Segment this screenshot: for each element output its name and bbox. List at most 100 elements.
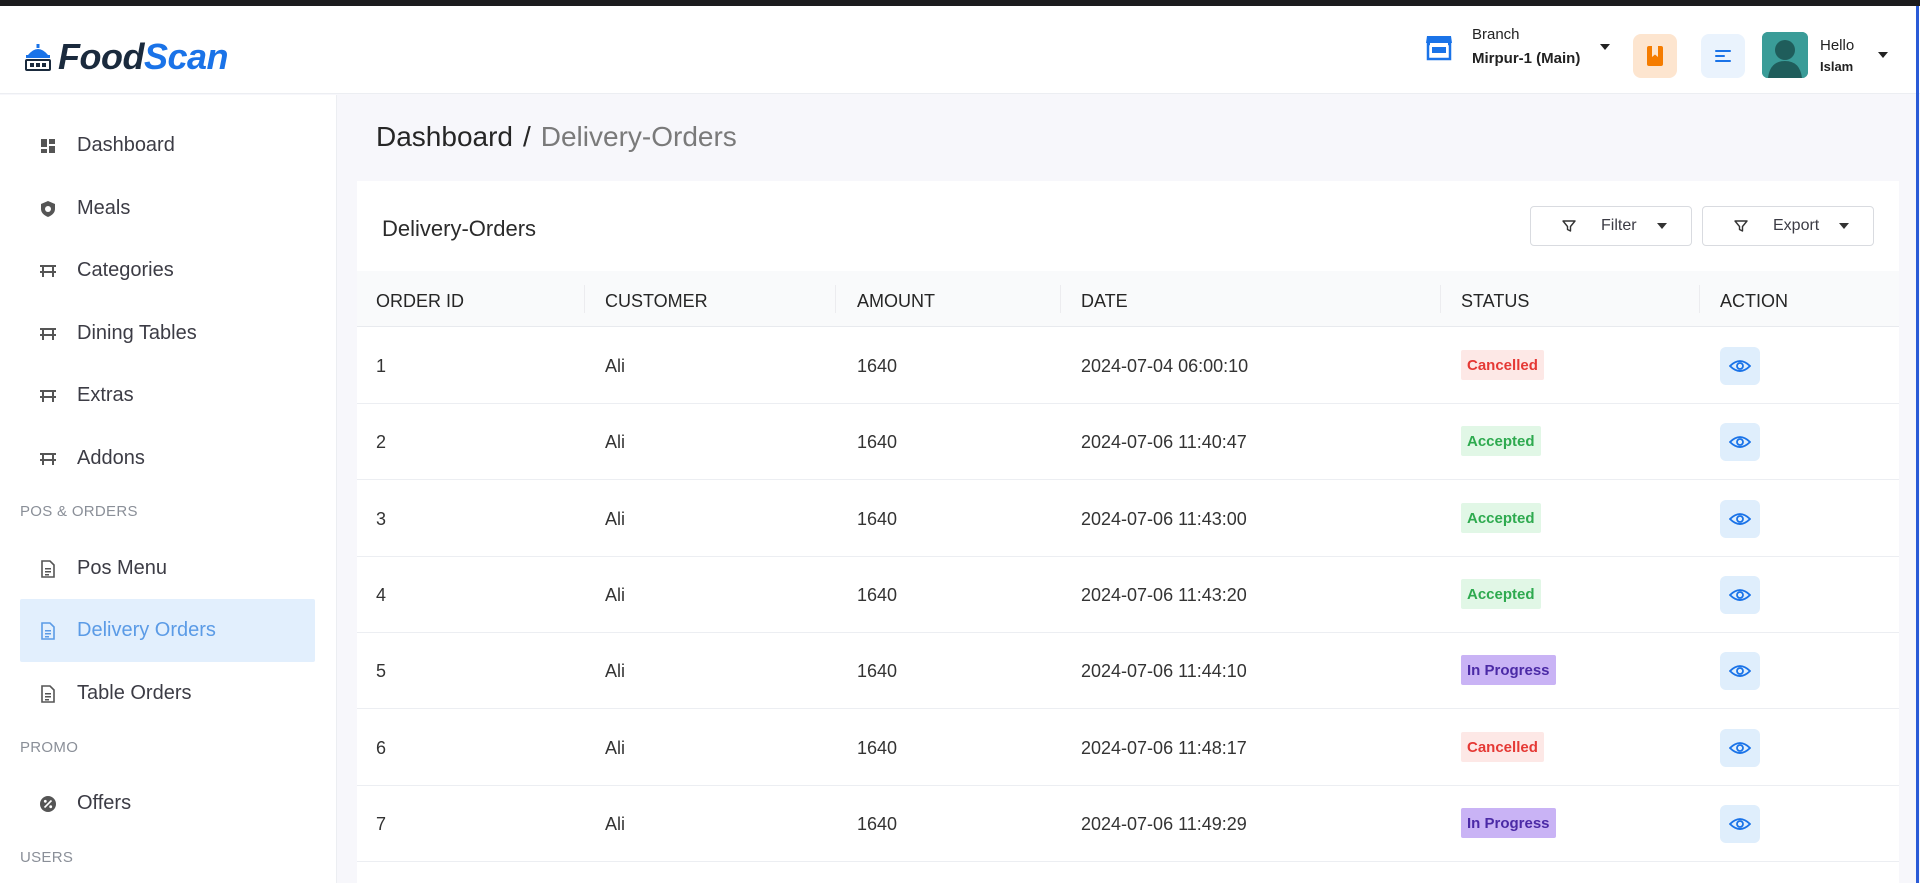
view-order-button[interactable] — [1720, 652, 1760, 690]
sidebar-item-label: Addons — [77, 447, 145, 469]
cell-customer: Ali — [605, 585, 626, 605]
sidebar-item-dining-tables[interactable]: Dining Tables — [20, 302, 315, 365]
user-menu[interactable]: Hello Islam — [1762, 32, 1889, 78]
sidebar-item-meals[interactable]: Meals — [20, 177, 315, 240]
status-badge: Cancelled — [1461, 350, 1544, 380]
cell-date: 2024-07-06 11:48:17 — [1081, 738, 1247, 758]
breadcrumb-separator: / — [522, 121, 531, 152]
dashboard-icon — [38, 136, 58, 156]
cell-order-id: 2 — [376, 432, 387, 452]
table-icon — [38, 386, 58, 406]
eye-icon — [1729, 818, 1751, 830]
top-header: FoodScan Branch Mirpur-1 (Main) Hello Is… — [0, 6, 1920, 94]
cell-customer: Ali — [605, 738, 626, 758]
sidebar-item-label: Pos Menu — [77, 557, 168, 579]
sidebar-item-categories[interactable]: Categories — [20, 239, 315, 302]
cell-amount: 1640 — [857, 585, 898, 605]
cell-date: 2024-07-06 11:40:47 — [1081, 432, 1247, 452]
table-row: 2 Ali 1640 2024-07-06 11:40:47 Accepted — [357, 404, 1899, 480]
table-row: 4 Ali 1640 2024-07-06 11:43:20 Accepted — [357, 557, 1899, 633]
column-header-order-id[interactable]: ORDER ID — [376, 291, 464, 312]
table-row: 6 Ali 1640 2024-07-06 11:48:17 Cancelled — [357, 710, 1899, 786]
section-label-users: USERS — [20, 849, 74, 866]
view-order-button[interactable] — [1720, 347, 1760, 385]
app-logo[interactable]: FoodScan — [22, 36, 229, 78]
meals-icon — [38, 199, 58, 219]
status-badge: Accepted — [1461, 426, 1541, 456]
view-order-button[interactable] — [1720, 729, 1760, 767]
chevron-down-icon — [1878, 52, 1889, 58]
eye-icon — [1729, 436, 1751, 448]
filter-button[interactable]: Filter — [1530, 206, 1692, 246]
store-icon — [1426, 35, 1452, 60]
sidebar-item-table-orders[interactable]: Table Orders — [20, 662, 315, 725]
view-order-button[interactable] — [1720, 500, 1760, 538]
column-divider — [1440, 285, 1441, 313]
view-order-button[interactable] — [1720, 423, 1760, 461]
cell-customer: Ali — [605, 814, 626, 834]
table-icon — [38, 261, 58, 281]
column-header-amount[interactable]: AMOUNT — [857, 291, 935, 312]
eye-icon — [1729, 589, 1751, 601]
view-order-button[interactable] — [1720, 576, 1760, 614]
sidebar-item-label: Delivery Orders — [77, 619, 216, 641]
menu-toggle-button[interactable] — [1701, 34, 1745, 78]
sidebar-item-label: Categories — [77, 259, 174, 281]
sidebar-item-dashboard[interactable]: Dashboard — [20, 114, 315, 177]
sidebar-item-offers[interactable]: Offers — [20, 772, 315, 835]
cell-amount: 1640 — [857, 738, 898, 758]
cell-order-id: 6 — [376, 738, 387, 758]
sidebar-item-extras[interactable]: Extras — [20, 364, 315, 427]
pos-bookmark-button[interactable] — [1633, 34, 1677, 78]
sidebar-item-pos-menu[interactable]: Pos Menu — [20, 537, 315, 600]
cell-date: 2024-07-06 11:49:29 — [1081, 814, 1247, 834]
sidebar-item-delivery-orders[interactable]: Delivery Orders — [20, 599, 315, 662]
cell-order-id: 5 — [376, 661, 387, 681]
avatar — [1762, 32, 1808, 78]
document-icon — [38, 684, 58, 704]
chevron-down-icon — [1839, 223, 1850, 229]
column-header-customer[interactable]: CUSTOMER — [605, 291, 708, 312]
cell-amount: 1640 — [857, 661, 898, 681]
branch-selector[interactable]: Branch Mirpur-1 (Main) — [1424, 26, 1611, 67]
cell-amount: 1640 — [857, 432, 898, 452]
breadcrumb-root-link[interactable]: Dashboard — [376, 121, 513, 152]
sidebar: Dashboard Meals Categories Dining Tables… — [0, 95, 337, 883]
export-button-label: Export — [1773, 217, 1820, 234]
column-divider — [835, 285, 836, 313]
column-divider — [1699, 285, 1700, 313]
user-name: Islam — [1820, 58, 1854, 74]
status-badge: In Progress — [1461, 808, 1556, 838]
sidebar-item-addons[interactable]: Addons — [20, 427, 315, 490]
cell-order-id: 3 — [376, 509, 387, 529]
cell-amount: 1640 — [857, 509, 898, 529]
eye-icon — [1729, 360, 1751, 372]
sidebar-item-label: Dining Tables — [77, 322, 197, 344]
status-badge: Accepted — [1461, 503, 1541, 533]
table-row: 3 Ali 1640 2024-07-06 11:43:00 Accepted — [357, 481, 1899, 557]
cell-date: 2024-07-06 11:43:00 — [1081, 509, 1247, 529]
sidebar-item-label: Table Orders — [77, 682, 192, 704]
column-header-date[interactable]: DATE — [1081, 291, 1128, 312]
sidebar-item-label: Offers — [77, 792, 132, 814]
breadcrumb: Dashboard / Delivery-Orders — [376, 121, 737, 153]
sidebar-item-label: Dashboard — [77, 134, 175, 156]
table-icon — [38, 324, 58, 344]
card-title: Delivery-Orders — [382, 216, 537, 241]
offer-icon — [38, 794, 58, 814]
export-button[interactable]: Export — [1702, 206, 1874, 246]
table-row: 1 Ali 1640 2024-07-04 06:00:10 Cancelled — [357, 328, 1899, 404]
table-row: 5 Ali 1640 2024-07-06 11:44:10 In Progress — [357, 633, 1899, 709]
branch-label: Branch — [1472, 26, 1520, 43]
greeting-text: Hello — [1820, 36, 1855, 54]
column-header-status[interactable]: STATUS — [1461, 291, 1529, 312]
cell-order-id: 7 — [376, 814, 387, 834]
document-icon — [38, 621, 58, 641]
column-header-action: ACTION — [1720, 291, 1789, 311]
bookmark-icon — [1647, 46, 1663, 66]
eye-icon — [1729, 742, 1751, 754]
cell-date: 2024-07-04 06:00:10 — [1081, 356, 1249, 376]
section-label-pos-orders: POS & ORDERS — [20, 503, 138, 520]
status-badge: Cancelled — [1461, 732, 1544, 762]
view-order-button[interactable] — [1720, 805, 1760, 843]
